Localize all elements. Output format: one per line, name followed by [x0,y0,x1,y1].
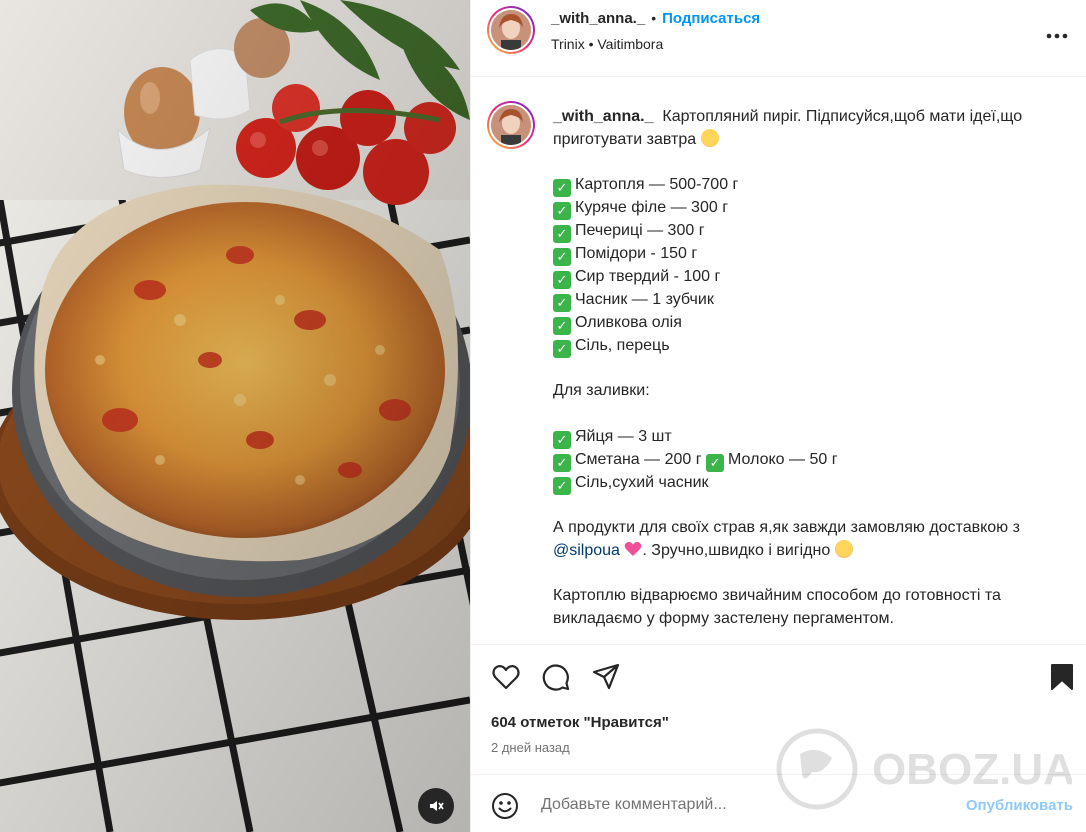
share-icon [592,663,620,690]
ingredient-item: ✓ Помідори - 150 г [553,243,1068,266]
save-button[interactable] [1044,659,1080,695]
post-comment-button[interactable]: Опубликовать [966,797,1073,814]
smiling-face-emoji-icon [700,128,719,147]
ingredient-item: ✓ Часник — 1 зубчик [553,289,1068,312]
check-emoji-icon: ✓ [553,293,571,312]
post-time[interactable]: 2 дней назад [491,740,570,755]
comment-input[interactable] [541,790,921,820]
delivery-paragraph: А продукти для своїх страв я,як завжди з… [553,519,1020,559]
check-emoji-icon: ✓ [553,453,571,472]
more-options-button[interactable] [1043,22,1071,50]
mute-icon [430,801,444,811]
post-header: _with_anna._ • Подписаться Trinix • Vaitim… [471,0,1086,77]
location-link[interactable]: Trinix • Vaitimbora [551,36,663,52]
check-emoji-icon: ✓ [553,247,571,266]
ingredient-item: ✓ Сир твердий - 100 г [553,266,1068,289]
ingredient-item: ✓ Печериці — 300 г [553,220,1068,243]
ingredient-item: ✓ Оливкова олія [553,312,1068,335]
header-title-row: _with_anna._ • Подписаться [551,10,760,28]
filling-title: Для заливки: [553,382,650,400]
like-button[interactable] [488,659,524,695]
check-emoji-icon: ✓ [706,453,725,472]
method-paragraph: Картоплю відварюємо звичайним способом д… [553,586,1001,627]
avatar-image [491,105,531,145]
mute-button[interactable] [418,788,454,824]
bookmark-icon [1051,664,1073,690]
post-media[interactable] [0,0,470,832]
check-emoji-icon: ✓ [553,270,571,289]
author-avatar[interactable] [487,6,535,54]
check-emoji-icon: ✓ [553,201,571,220]
avatar-image [491,10,531,50]
header-username[interactable]: _with_anna._ [551,10,645,27]
check-emoji-icon: ✓ [553,430,571,449]
comment-icon [542,664,570,691]
caption-username[interactable]: _with_anna._ [553,108,653,125]
check-emoji-icon: ✓ [553,224,571,243]
filling-item: ✓ Сметана — 200 г ✓ Молоко — 50 г [553,449,1068,472]
likes-count[interactable]: 604 отметок "Нравится" [491,714,669,731]
follow-button[interactable]: Подписаться [662,10,760,27]
filling-item: ✓ Сіль,сухий часник [553,472,1068,495]
more-icon [1046,33,1068,39]
post-panel: _with_anna._ • Подписаться Trinix • Vaitim… [470,0,1086,832]
filling-item: ✓ Яйця — 3 шт [553,426,1068,449]
check-emoji-icon: ✓ [553,339,571,358]
caption-text: _with_anna._ Картопляний пиріг. Підписуй… [553,106,1068,630]
comment-button[interactable] [538,659,574,695]
comment-bar: Опубликовать [471,774,1086,832]
check-emoji-icon: ✓ [553,316,571,335]
smiling-hearts-emoji-icon [834,539,853,558]
ingredient-item: ✓ Картопля — 500-700 г [553,174,1068,197]
post-photo [0,0,470,832]
mention-link[interactable]: @silpoua [553,542,620,559]
pink-heart-icon [625,541,642,556]
ingredient-item: ✓ Куряче філе — 300 г [553,197,1068,220]
ingredient-item: ✓ Сіль, перець [553,335,1068,358]
share-button[interactable] [588,659,624,695]
heart-icon [492,665,520,690]
action-bar: 604 отметок "Нравится" 2 дней назад [471,644,1086,774]
caption-avatar[interactable] [487,101,535,149]
emoji-button[interactable] [491,792,519,820]
emoji-icon [492,793,518,819]
separator-dot: • [651,10,657,26]
caption-area[interactable]: _with_anna._ Картопляний пиріг. Підписуй… [471,78,1086,644]
check-emoji-icon: ✓ [553,476,571,495]
check-emoji-icon: ✓ [553,178,571,197]
